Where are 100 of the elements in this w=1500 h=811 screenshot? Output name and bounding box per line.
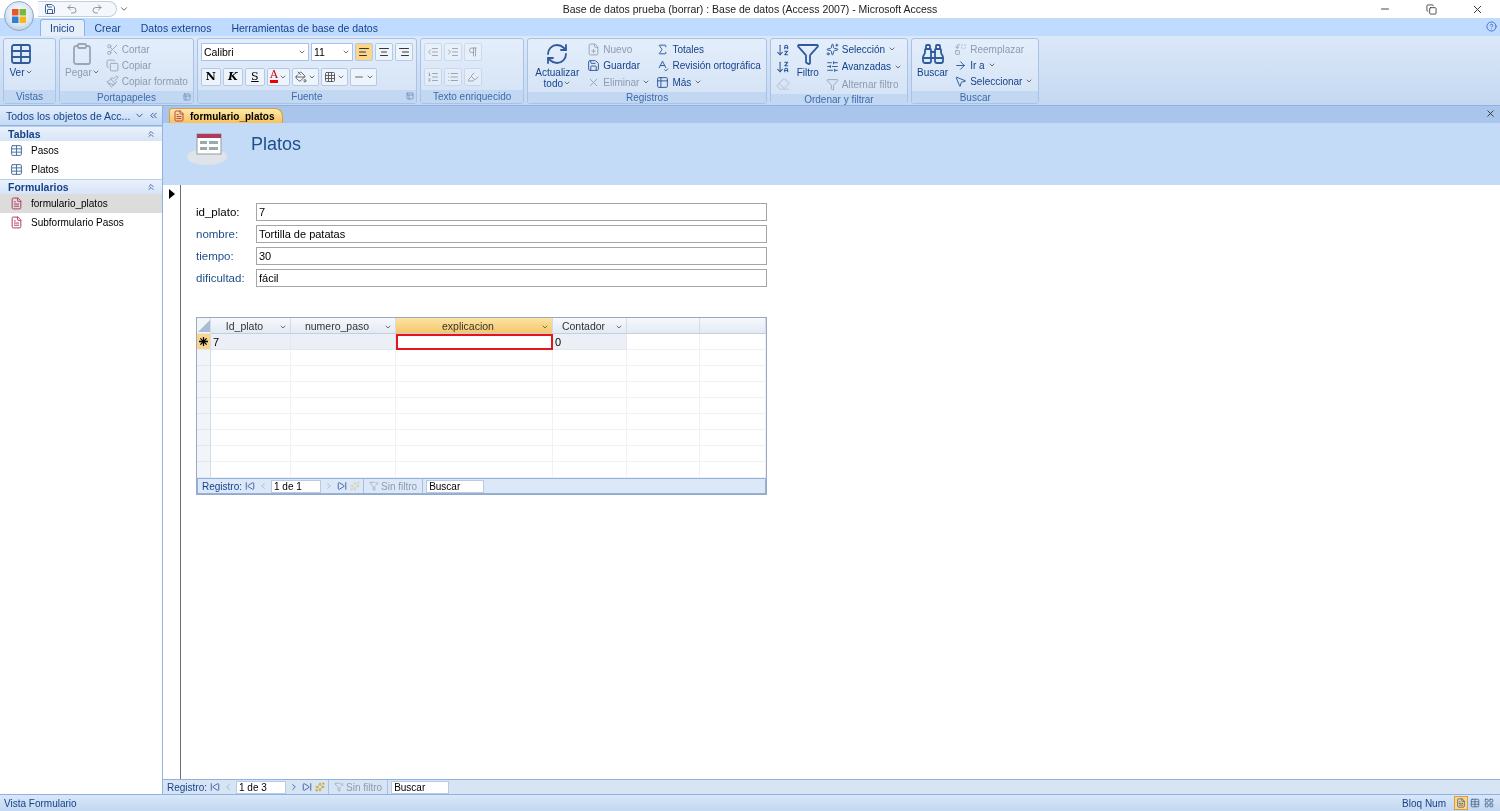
- column-header[interactable]: Id_plato: [211, 318, 291, 334]
- text-field[interactable]: 30: [256, 247, 767, 265]
- record-nav-button[interactable]: [210, 782, 220, 792]
- fill-color-button[interactable]: [291, 67, 319, 86]
- ribbon-button[interactable]: Ver: [7, 41, 35, 79]
- search-field[interactable]: Buscar: [426, 479, 485, 493]
- view-button[interactable]: [1482, 796, 1496, 810]
- format-button[interactable]: [463, 43, 482, 62]
- record-label: Registro:: [202, 480, 242, 492]
- dialog-launcher-button[interactable]: [405, 92, 414, 100]
- format-button[interactable]: N: [200, 67, 221, 86]
- ribbon-button[interactable]: Selección: [823, 41, 905, 57]
- row-selector[interactable]: [197, 334, 211, 350]
- group-title: Ordenar y filtrar: [803, 94, 875, 105]
- ribbon-button[interactable]: Guardar: [585, 57, 653, 74]
- ribbon-button[interactable]: Filtro: [793, 41, 822, 79]
- table-icon: [656, 75, 670, 89]
- column-header: [700, 318, 766, 334]
- gridlines-button[interactable]: [320, 67, 348, 86]
- collapse-icon: [146, 182, 156, 192]
- record-number-field[interactable]: 1 de 1: [271, 479, 321, 493]
- scissors-icon: [105, 42, 119, 56]
- field-label: dificultad:: [196, 272, 246, 284]
- caret-icon: [541, 323, 549, 331]
- ribbon-button[interactable]: Actualizar todo: [531, 41, 584, 90]
- indent-decrease-icon: [426, 46, 439, 59]
- ribbon-button[interactable]: Avanzadas: [823, 58, 905, 75]
- format-button[interactable]: [463, 67, 482, 86]
- nav-item[interactable]: Subformulario Pasos: [0, 213, 162, 232]
- format-button[interactable]: [423, 67, 442, 86]
- ribbon-tab[interactable]: Inicio: [40, 19, 85, 36]
- ribbon-tab[interactable]: Herramientas de base de datos: [221, 19, 388, 36]
- search-field[interactable]: Buscar: [391, 780, 450, 794]
- table-cell: [700, 334, 766, 350]
- format-button[interactable]: S: [244, 67, 265, 86]
- align-button[interactable]: [394, 43, 413, 62]
- section-header[interactable]: Formularios: [0, 179, 162, 194]
- caret-icon: [119, 4, 129, 14]
- first-record-icon: [245, 481, 255, 491]
- field-label: tiempo:: [196, 250, 235, 262]
- align-button[interactable]: [354, 43, 373, 62]
- table-cell[interactable]: 0: [553, 334, 627, 350]
- ribbon-button[interactable]: Seleccionar: [952, 73, 1036, 89]
- table-cell: [700, 382, 766, 398]
- align-button[interactable]: [374, 43, 393, 62]
- record-nav-button[interactable]: [315, 782, 325, 792]
- column-header[interactable]: numero_paso: [291, 318, 396, 334]
- table-cell[interactable]: [396, 334, 553, 350]
- office-logo-icon: [11, 8, 27, 24]
- group-title: Fuente: [290, 91, 324, 102]
- text-field[interactable]: Tortilla de patatas: [256, 225, 767, 243]
- ribbon-button[interactable]: Totales: [654, 41, 763, 57]
- text-field[interactable]: 7: [256, 203, 767, 221]
- font-size-field[interactable]: 11: [310, 43, 353, 62]
- view-button[interactable]: [1468, 796, 1482, 810]
- office-button[interactable]: [4, 1, 34, 31]
- ribbon-tab[interactable]: Crear: [84, 19, 131, 36]
- record-nav-button[interactable]: [302, 782, 312, 792]
- format-button[interactable]: K: [222, 67, 243, 86]
- highlighter-icon: [466, 70, 479, 83]
- nav-item[interactable]: Pasos: [0, 141, 162, 160]
- format-button[interactable]: [423, 43, 442, 62]
- replace-icon: [954, 42, 968, 56]
- font-name-field[interactable]: Calibri: [200, 43, 309, 62]
- binoculars-icon: [920, 42, 945, 66]
- arrow-right-icon: [954, 58, 968, 72]
- grid-icon: [323, 70, 336, 83]
- format-button[interactable]: [443, 43, 462, 62]
- nav-item[interactable]: formulario_platos: [0, 194, 162, 213]
- column-header[interactable]: Contador: [553, 318, 627, 334]
- window-title: Base de datos prueba (borrar) : Base de datos (Access 2007) - Microsoft Access: [562, 3, 938, 15]
- text-field[interactable]: fácil: [256, 269, 767, 287]
- record-label: Registro:: [167, 781, 207, 793]
- form-icon: [173, 110, 185, 122]
- section-header[interactable]: Tablas: [0, 126, 162, 141]
- ribbon-button[interactable]: Más: [654, 74, 763, 90]
- format-button[interactable]: [443, 67, 462, 86]
- record-number-field[interactable]: 1 de 3: [236, 780, 286, 794]
- font-color-button[interactable]: A: [266, 67, 290, 86]
- pointer-icon: [954, 74, 968, 88]
- view-button[interactable]: [1454, 796, 1468, 810]
- group-title: Buscar: [958, 91, 992, 103]
- caret-icon: [694, 78, 703, 86]
- ribbon-button[interactable]: Revisión ortográfica: [654, 57, 763, 74]
- record-nav-button[interactable]: [289, 782, 299, 792]
- next-record-icon: [324, 481, 334, 491]
- table-cell[interactable]: 7: [211, 334, 291, 350]
- ribbon-button[interactable]: Ir a: [952, 57, 1036, 73]
- ribbon-button[interactable]: Buscar: [915, 41, 951, 79]
- datasheet-view-icon: [1470, 798, 1480, 808]
- record-pointer-icon: [168, 189, 175, 199]
- ribbon-tab[interactable]: Datos externos: [130, 19, 222, 36]
- record-nav-button[interactable]: [337, 481, 347, 491]
- nav-item[interactable]: Platos: [0, 160, 162, 179]
- record-nav-button[interactable]: [245, 481, 255, 491]
- new-record-icon: [587, 42, 601, 56]
- column-header[interactable]: explicacion: [396, 318, 553, 334]
- close-button[interactable]: [1485, 108, 1496, 119]
- dialog-launcher-button[interactable]: [182, 93, 191, 101]
- document-tab[interactable]: formulario_platos: [169, 108, 284, 123]
